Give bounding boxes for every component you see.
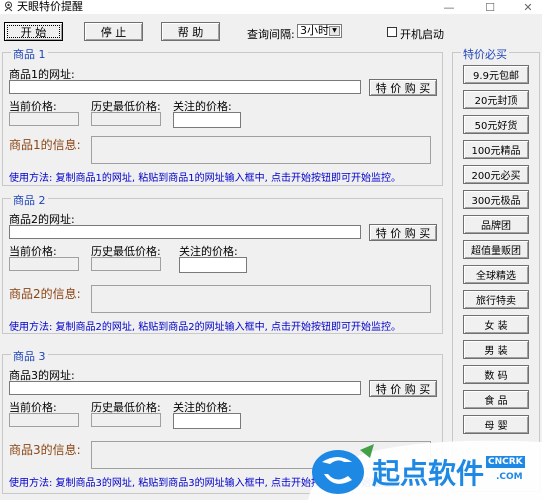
buy-button[interactable]: 特 价 购 买 [369,380,437,397]
info-label: 商品1的信息: [9,138,81,152]
interval-value: 3小时 [300,24,329,37]
side-title: 特价必买 [461,46,509,62]
window-title: 天眼特价提醒 [17,0,83,13]
info-box [91,136,431,164]
side-button-food[interactable]: 食 品 [463,390,529,409]
app-eye-icon [3,1,14,12]
start-button[interactable]: 开 始 [4,22,63,41]
chevron-down-icon[interactable]: ▼ [329,26,340,36]
watch-price-input[interactable] [179,257,247,273]
minimize-icon[interactable]: — [437,0,461,14]
buy-button[interactable]: 特 价 购 买 [369,79,437,96]
info-label: 商品3的信息: [9,443,81,457]
interval-select[interactable]: 3小时 ▼ [297,24,342,38]
watermark-domain-top: CNCRK [486,456,525,468]
side-button-20[interactable]: 20元封顶 [463,90,529,109]
url-input[interactable] [9,80,361,94]
interval-label: 查询间隔: [247,28,295,41]
info-label: 商品2的信息: [9,287,81,301]
watch-price-input[interactable] [173,413,241,429]
group-title: 商品 1 [11,46,48,62]
url-input[interactable] [9,381,361,395]
current-price-field [9,112,79,126]
current-price-field [9,413,79,427]
startup-label: 开机启动 [400,28,444,41]
product-group-2: 商品 2 商品2的网址: 特 价 购 买 当前价格: 历史最低价格: 关注的价格… [2,192,443,334]
url-input[interactable] [9,225,361,239]
help-button[interactable]: 帮 助 [161,22,220,41]
watermark-domain-bottom: .COM [496,472,523,482]
watch-price-input[interactable] [173,112,241,128]
maximize-icon[interactable]: ☐ [478,0,502,14]
side-button-200[interactable]: 200元必买 [463,165,529,184]
side-button-men[interactable]: 男 装 [463,340,529,359]
side-button-digital[interactable]: 数 码 [463,365,529,384]
side-button-travel[interactable]: 旅行特卖 [463,290,529,309]
side-button-50[interactable]: 50元好货 [463,115,529,134]
side-button-bulk[interactable]: 超值量贩团 [463,240,529,259]
watermark-brand: 起点软件 [372,457,485,490]
lowest-price-field [91,112,161,126]
watermark: 起点软件 CNCRK .COM [300,432,542,500]
side-button-brand[interactable]: 品牌团 [463,215,529,234]
usage-text: 使用方法: 复制商品2的网址, 粘贴到商品2的网址输入框中, 点击开始按钮即可开… [9,322,401,333]
side-button-100[interactable]: 100元精品 [463,140,529,159]
buy-button[interactable]: 特 价 购 买 [369,224,437,241]
stop-button[interactable]: 停 止 [84,22,143,41]
product-group-1: 商品 1 商品1的网址: 特 价 购 买 当前价格: 历史最低价格: 关注的价格… [2,46,443,186]
close-icon[interactable]: ✕ [516,0,540,14]
usage-text: 使用方法: 复制商品1的网址, 粘贴到商品1的网址输入框中, 点击开始按钮即可开… [9,173,401,184]
side-deals-group: 特价必买 9.9元包邮 20元封顶 50元好货 100元精品 200元必买 30… [452,46,540,492]
info-box [91,285,431,313]
lowest-price-field [91,413,161,427]
side-button-9-9[interactable]: 9.9元包邮 [463,65,529,84]
group-title: 商品 2 [11,192,48,208]
side-button-global[interactable]: 全球精选 [463,265,529,284]
group-title: 商品 3 [11,348,48,364]
side-button-women[interactable]: 女 装 [463,315,529,334]
side-button-300[interactable]: 300元极品 [463,190,529,209]
current-price-field [9,257,79,271]
startup-checkbox[interactable] [387,27,397,37]
lowest-price-field [91,257,161,271]
